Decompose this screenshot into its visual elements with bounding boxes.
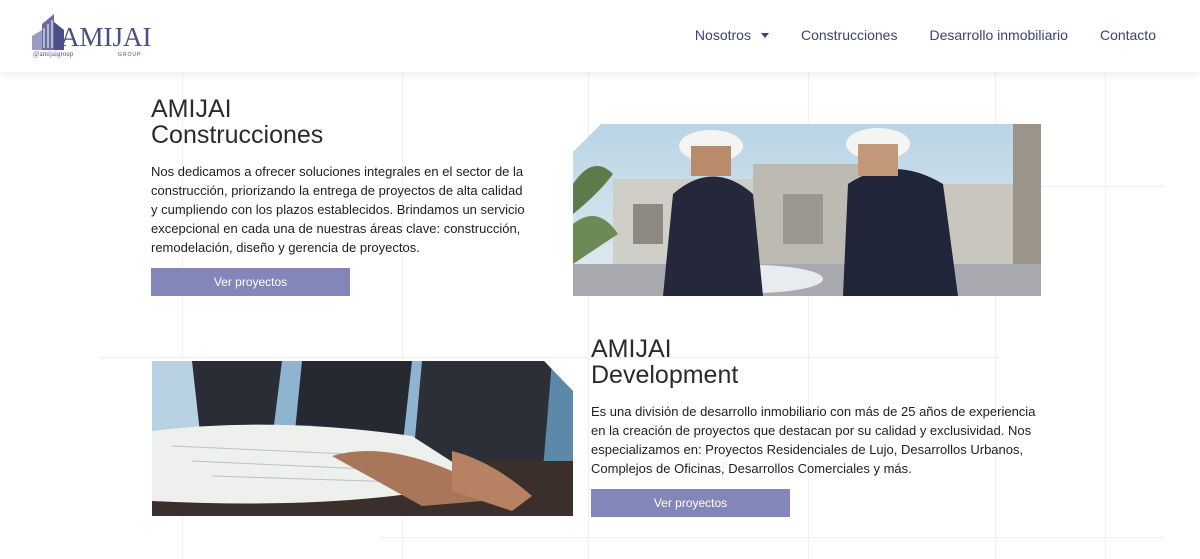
development-view-projects-button[interactable]: Ver proyectos xyxy=(591,489,790,517)
title-line: AMIJAI xyxy=(591,335,672,363)
construcciones-description: Nos dedicamos a ofrecer soluciones integ… xyxy=(151,164,525,255)
nav-item-label: Nosotros xyxy=(694,27,751,43)
nav-item-label: Construcciones xyxy=(800,27,898,43)
title-line: AMIJAI xyxy=(151,95,232,123)
caret-down-icon xyxy=(760,32,769,38)
nav-item-label: Desarrollo inmobiliario xyxy=(929,27,1068,43)
bg-grid-line xyxy=(1105,72,1106,559)
title-line: Construcciones xyxy=(151,121,324,149)
development-title: AMIJAI Development xyxy=(591,336,738,388)
bg-grid-line xyxy=(380,537,1164,538)
construcciones-title: AMIJAI Construcciones xyxy=(151,96,323,148)
site-header: AMIJAI @amijaigroup GROUP Nosotros Const… xyxy=(0,0,1200,72)
logo-wordmark: AMIJAI xyxy=(60,22,152,52)
nav-item-nosotros[interactable]: Nosotros xyxy=(695,27,769,43)
blueprint-meeting-photo xyxy=(152,361,573,516)
construcciones-view-projects-button[interactable]: Ver proyectos xyxy=(151,268,350,296)
logo-tag: GROUP xyxy=(118,52,142,58)
nav-item-label: Contacto xyxy=(1099,27,1156,43)
logo[interactable]: AMIJAI @amijaigroup GROUP xyxy=(30,12,152,60)
bg-grid-line xyxy=(100,357,1000,358)
title-line: Development xyxy=(591,361,739,389)
nav-item-desarrollo-inmobiliario[interactable]: Desarrollo inmobiliario xyxy=(929,27,1068,43)
logo-handle: @amijaigroup xyxy=(33,50,74,58)
nav-item-construcciones[interactable]: Construcciones xyxy=(801,27,898,43)
nav-item-contacto[interactable]: Contacto xyxy=(1100,27,1156,43)
development-description: Es una división de desarrollo inmobiliar… xyxy=(591,404,1036,476)
main-nav: Nosotros Construcciones Desarrollo inmob… xyxy=(663,27,1156,43)
construction-workers-photo xyxy=(573,124,1041,296)
